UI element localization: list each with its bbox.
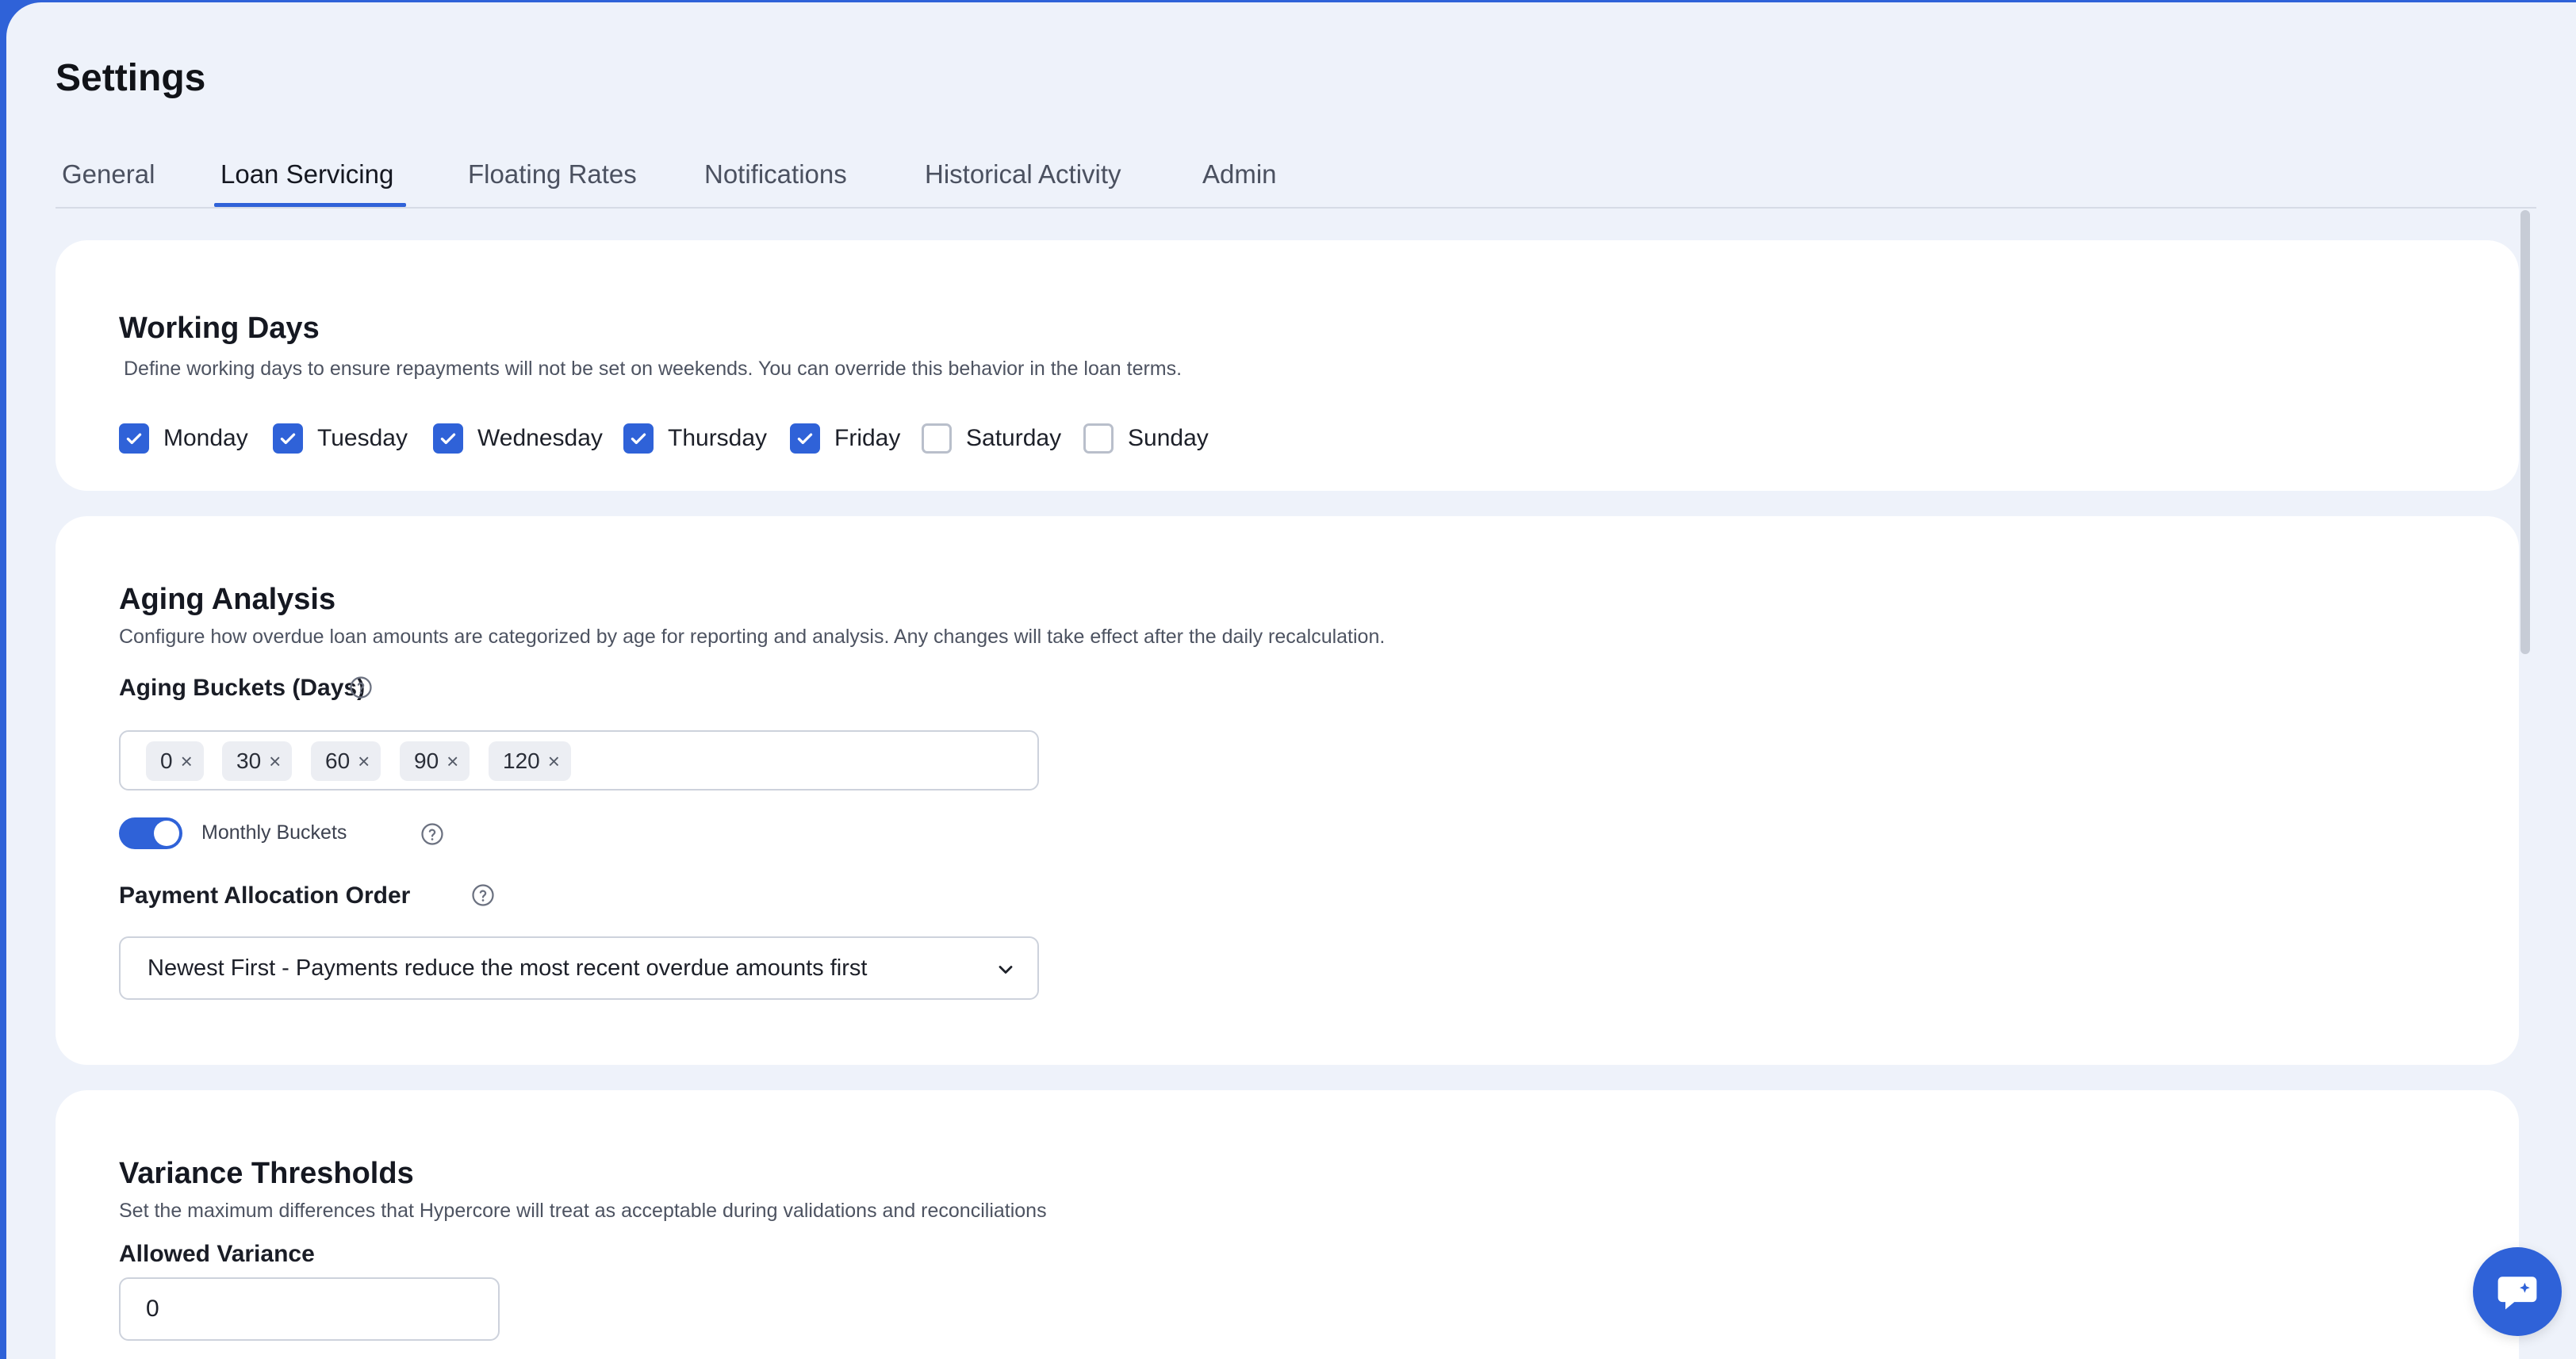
day-monday[interactable]: Monday [119,423,248,454]
help-circle-icon[interactable] [471,883,495,907]
variance-thresholds-card: Variance Thresholds Set the maximum diff… [56,1090,2519,1359]
working-days-card: Working Days Define working days to ensu… [56,240,2519,491]
check-icon [126,433,142,445]
check-icon [797,433,813,445]
bucket-chip-label: 30 [236,748,262,773]
tab-historical-activity[interactable]: Historical Activity [925,159,1121,189]
aging-buckets-label: Aging Buckets (Days) [119,675,366,701]
day-label: Friday [834,425,901,451]
bucket-chip: 30 × [222,741,293,781]
day-friday[interactable]: Friday [790,423,900,454]
monthly-buckets-toggle[interactable] [119,817,182,849]
active-tab-indicator [214,203,406,207]
day-label: Sunday [1128,425,1209,451]
check-icon [280,433,296,445]
bucket-chip-label: 90 [414,748,439,773]
payment-allocation-label: Payment Allocation Order [119,882,411,909]
bucket-chip: 0 × [146,741,204,781]
allowed-variance-input[interactable] [119,1277,500,1341]
day-label: Monday [163,425,248,451]
settings-tabs: General Loan Servicing Floating Rates No… [56,155,2536,209]
working-days-description: Define working days to ensure repayments… [124,358,1183,380]
aging-analysis-title: Aging Analysis [119,583,336,616]
close-icon[interactable]: × [181,749,193,774]
scrollbar-thumb[interactable] [2520,210,2530,654]
help-circle-icon[interactable] [349,676,373,699]
aging-analysis-description: Configure how overdue loan amounts are c… [119,626,1386,648]
chevron-down-icon [999,966,1013,974]
saturday-checkbox[interactable] [922,423,952,454]
bucket-chip: 120 × [489,741,571,781]
close-icon[interactable]: × [269,749,281,774]
variance-thresholds-title: Variance Thresholds [119,1157,414,1190]
payment-allocation-value: Newest First - Payments reduce the most … [148,955,868,981]
bucket-chip-label: 60 [325,748,351,773]
bucket-chip: 90 × [400,741,470,781]
day-wednesday[interactable]: Wednesday [433,423,603,454]
sunday-checkbox[interactable] [1083,423,1114,454]
day-label: Wednesday [477,425,603,451]
page-title: Settings [56,57,206,99]
day-label: Tuesday [317,425,408,451]
toggle-knob [154,821,179,846]
friday-checkbox[interactable] [790,423,820,454]
wednesday-checkbox[interactable] [433,423,463,454]
help-circle-icon[interactable] [420,822,444,846]
working-days-title: Working Days [119,312,320,345]
chat-icon [2497,1277,2537,1310]
check-icon [631,433,646,445]
allowed-variance-label: Allowed Variance [119,1241,315,1267]
bucket-chip: 60 × [311,741,381,781]
thursday-checkbox[interactable] [623,423,654,454]
tab-loan-servicing[interactable]: Loan Servicing [220,159,393,189]
bucket-chip-label: 0 [160,748,173,773]
close-icon[interactable]: × [447,749,458,774]
check-icon [440,433,456,445]
monthly-buckets-label: Monthly Buckets [201,821,347,844]
aging-buckets-input[interactable]: 0 × 30 × 60 × 90 × 120 × [119,730,1039,791]
monday-checkbox[interactable] [119,423,149,454]
day-thursday[interactable]: Thursday [623,423,767,454]
app-frame: Settings General Loan Servicing Floating… [6,2,2576,1359]
tuesday-checkbox[interactable] [273,423,303,454]
tab-admin[interactable]: Admin [1202,159,1277,189]
day-tuesday[interactable]: Tuesday [273,423,408,454]
chat-button[interactable] [2473,1247,2562,1336]
day-saturday[interactable]: Saturday [922,423,1061,454]
day-sunday[interactable]: Sunday [1083,423,1209,454]
settings-content[interactable]: Working Days Define working days to ensu… [56,210,2538,1359]
bucket-chip-label: 120 [503,748,540,773]
day-label: Thursday [668,425,768,451]
tab-general[interactable]: General [62,159,155,189]
tab-notifications[interactable]: Notifications [704,159,847,189]
close-icon[interactable]: × [358,749,370,774]
variance-thresholds-description: Set the maximum differences that Hyperco… [119,1200,1047,1222]
aging-analysis-card: Aging Analysis Configure how overdue loa… [56,516,2519,1065]
day-label: Saturday [966,425,1062,451]
tab-floating-rates[interactable]: Floating Rates [468,159,637,189]
close-icon[interactable]: × [548,749,560,774]
payment-allocation-select[interactable]: Newest First - Payments reduce the most … [119,936,1039,1000]
